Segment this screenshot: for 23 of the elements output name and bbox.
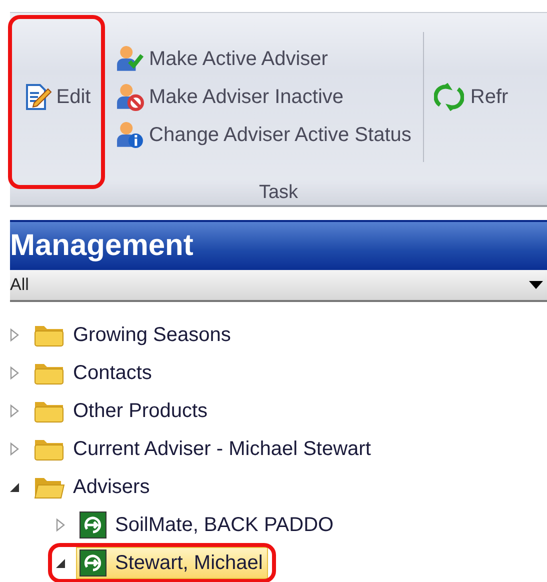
tree-item[interactable]: Contacts [30, 357, 157, 389]
tree-item[interactable]: Stewart, Michael [76, 547, 268, 579]
ribbon-action[interactable]: Make Active Adviser [115, 45, 412, 73]
adviser-icon [79, 511, 107, 539]
dropdown-arrow-icon [529, 281, 543, 289]
tree-item[interactable]: Growing Seasons [30, 319, 236, 351]
tree-item[interactable]: Other Products [30, 395, 213, 427]
deactivate-person-icon [115, 83, 145, 111]
edit-icon [24, 83, 52, 111]
ribbon-action[interactable]: Change Adviser Active Status [115, 121, 412, 149]
adviser-icon [79, 549, 107, 577]
tree-item[interactable]: Current Adviser - Michael Stewart [30, 433, 376, 465]
refresh-icon [434, 83, 464, 111]
edit-button[interactable]: Edit [10, 17, 105, 177]
tree-item[interactable]: SoilMate, BACK PADDO [76, 509, 339, 541]
ribbon-action[interactable]: Make Adviser Inactive [115, 83, 412, 111]
refresh-button[interactable]: Refr [424, 82, 514, 112]
status-person-icon [115, 121, 145, 149]
activate-person-icon [115, 45, 145, 73]
group-label: Task [258, 182, 298, 204]
filter-dropdown[interactable]: All [10, 270, 547, 302]
panel-title: Management [10, 220, 547, 270]
tree-item[interactable]: Advisers [30, 471, 155, 503]
